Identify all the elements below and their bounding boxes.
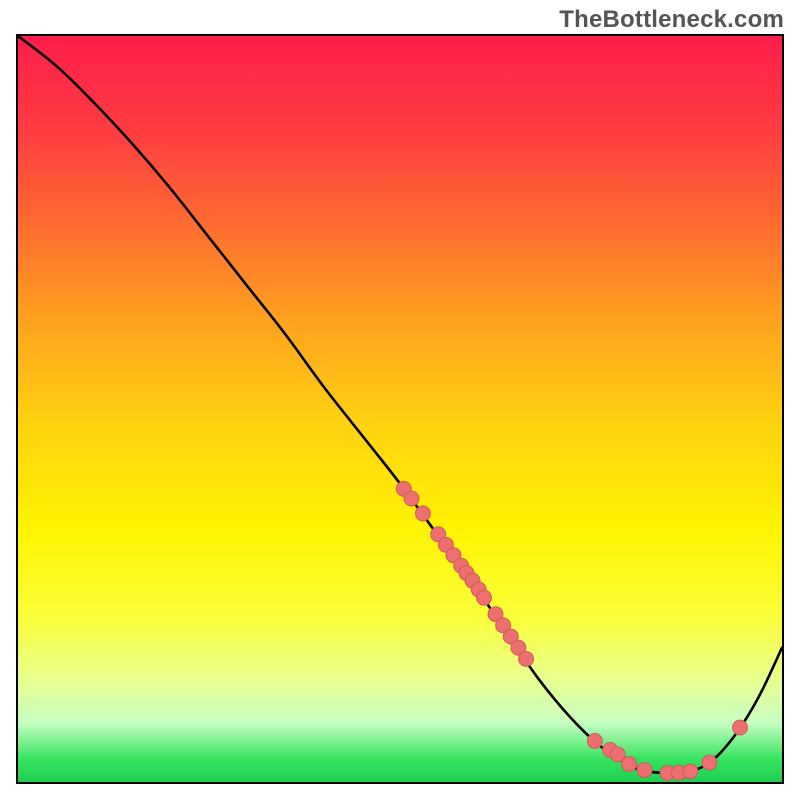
data-point bbox=[637, 763, 652, 778]
data-point bbox=[702, 755, 717, 770]
data-point bbox=[733, 720, 748, 735]
data-point bbox=[404, 491, 419, 506]
data-point bbox=[519, 651, 534, 666]
curve-layer bbox=[18, 36, 782, 782]
bottleneck-curve bbox=[18, 36, 782, 773]
data-point bbox=[477, 590, 492, 605]
data-point bbox=[622, 757, 637, 772]
data-point bbox=[415, 506, 430, 521]
data-point bbox=[683, 764, 698, 779]
attribution-text: TheBottleneck.com bbox=[559, 6, 784, 34]
data-point bbox=[587, 734, 602, 749]
plot-area bbox=[16, 34, 784, 784]
